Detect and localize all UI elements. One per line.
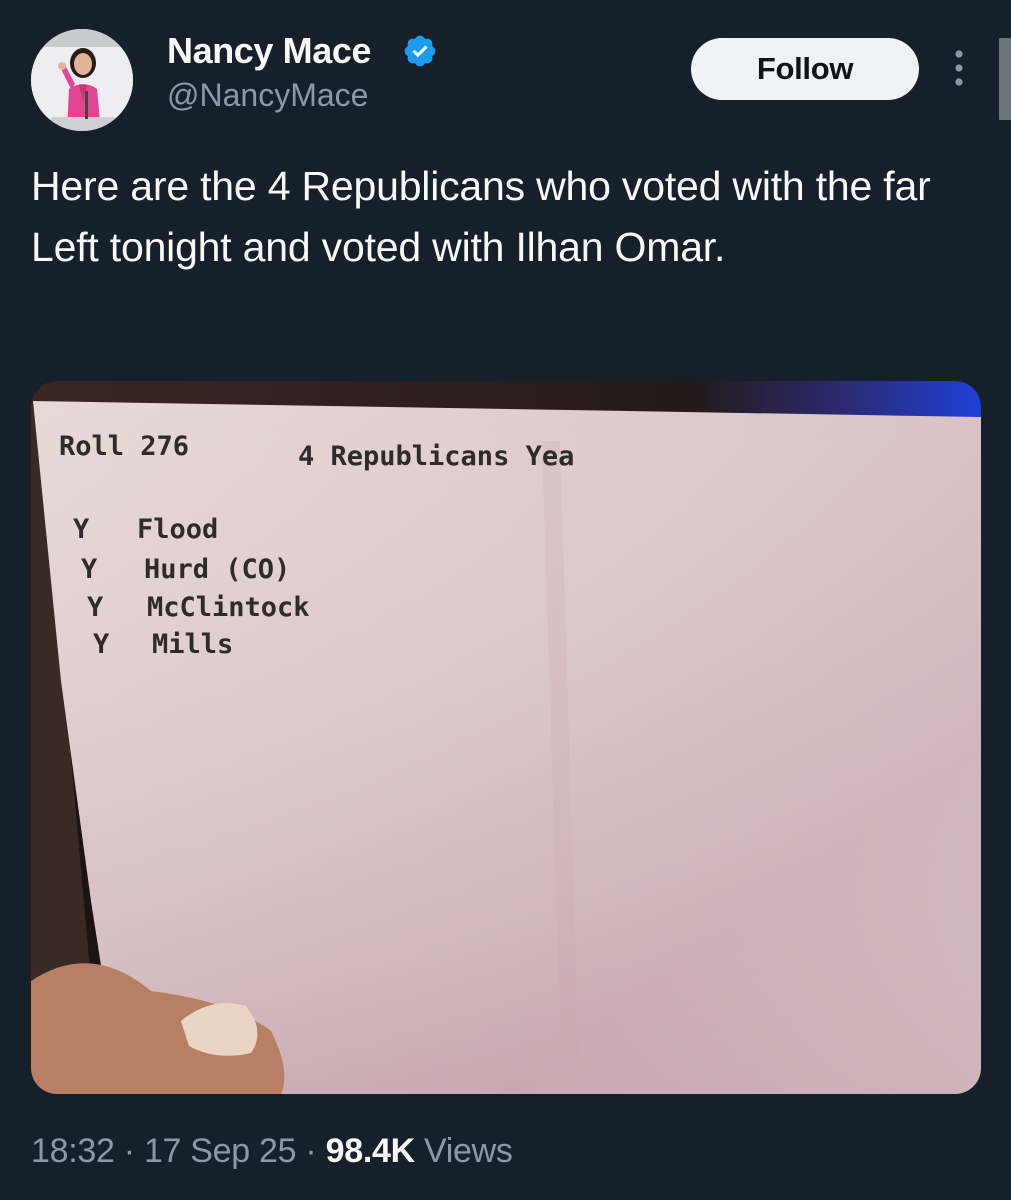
vote-mark: Y (73, 514, 90, 545)
views-count: 98.4K (325, 1132, 416, 1170)
author-avatar[interactable] (31, 29, 133, 131)
tweet-header: Nancy Mace @NancyMace Follow (0, 0, 1011, 150)
member-name: McClintock (147, 592, 310, 623)
member-name: Mills (152, 629, 234, 660)
tweet-time[interactable]: 18:32 (31, 1132, 115, 1170)
author-display-name[interactable]: Nancy Mace (167, 30, 372, 72)
vote-mark: Y (87, 592, 104, 623)
tweet-page: Nancy Mace @NancyMace Follow Here are th… (0, 0, 1011, 1200)
author-handle[interactable]: @NancyMace (167, 77, 368, 114)
more-options-icon[interactable] (947, 48, 971, 88)
member-name: Hurd (CO) (144, 554, 291, 585)
views-label: Views (424, 1132, 513, 1170)
avatar-portrait-image (31, 29, 133, 131)
vote-mark: Y (93, 629, 110, 660)
follow-button[interactable]: Follow (691, 38, 919, 100)
roll-number: Roll 276 (59, 431, 190, 462)
roll-heading: 4 Republicans Yea (298, 441, 575, 472)
meta-separator: · (123, 1132, 135, 1170)
tweet-text: Here are the 4 Republicans who voted wit… (31, 163, 931, 270)
vote-mark: Y (81, 554, 98, 585)
tweet-meta: 18:32 · 17 Sep 25 · 98.4K Views (31, 1132, 513, 1171)
paper-photo-image (31, 381, 981, 1094)
tweet-date[interactable]: 17 Sep 25 (144, 1132, 297, 1170)
member-name: Flood (137, 514, 219, 545)
scrollbar-thumb[interactable] (999, 38, 1011, 120)
verified-badge-icon (404, 35, 436, 67)
meta-separator: · (305, 1132, 317, 1170)
tweet-photo[interactable]: Roll 276 4 Republicans Yea Y Flood Y Hur… (31, 381, 981, 1094)
